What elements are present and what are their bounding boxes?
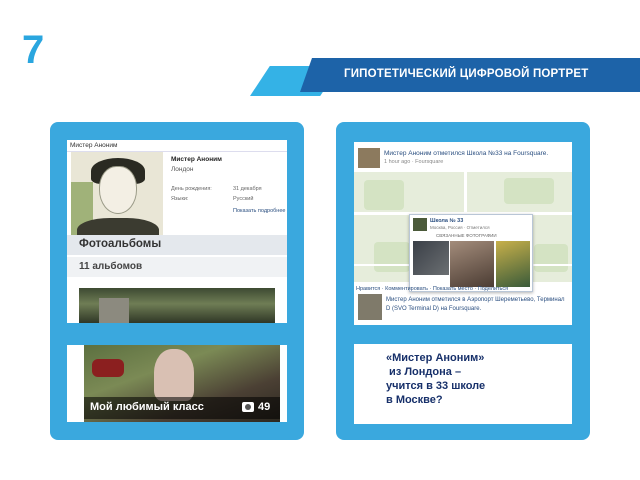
albums-count[interactable]: 11 альбомов (79, 261, 142, 272)
checkin-avatar[interactable] (358, 148, 380, 168)
conclusion-line: «Мистер Аноним» (386, 352, 485, 364)
photo-person (154, 349, 194, 401)
checkin-panel: Мистер Аноним отметился Школа №33 на Fou… (336, 122, 590, 440)
conclusion-line: в Москве? (386, 394, 443, 407)
checkin-map[interactable]: Школа № 33 Москва, Россия · Отметился СВ… (354, 172, 572, 292)
profile-birthday-value: 31 декабря (233, 186, 262, 192)
conclusion-box: «Мистер Аноним» из Лондона – учится в 33… (354, 344, 572, 424)
checkin-avatar-2[interactable] (358, 294, 382, 320)
map-block (364, 180, 404, 210)
album-caption: Мой любимый класс (90, 401, 204, 413)
albums-title[interactable]: Фотоальбомы (79, 238, 161, 250)
title-ribbon: ГИПОТЕТИЧЕСКИЙ ЦИФРОВОЙ ПОРТРЕТ (250, 58, 640, 96)
slide-title: ГИПОТЕТИЧЕСКИЙ ЦИФРОВОЙ ПОРТРЕТ (344, 68, 589, 80)
camera-icon (242, 402, 254, 412)
profile-name[interactable]: Мистер Аноним (171, 156, 222, 163)
map-block (504, 178, 554, 204)
photo-car (92, 359, 124, 377)
album-photo-count: 49 (258, 401, 271, 413)
conclusion-line: из Лондона – (386, 366, 462, 379)
slide-number: 7 (22, 28, 45, 72)
checkin-text: Мистер Аноним отметился Школа №33 на Fou… (384, 150, 549, 157)
profile-languages-value: Русский (233, 196, 254, 202)
albums-title-bar: Фотоальбомы (67, 235, 287, 255)
place-icon (413, 218, 427, 231)
checkin-timestamp: 1 hour ago · Foursquare (384, 159, 444, 165)
albums-count-bar: 11 альбомов (67, 257, 287, 277)
photo-house (99, 298, 129, 323)
album-screenshot: Мой любимый класс 49 (67, 345, 287, 422)
map-popup[interactable]: Школа № 33 Москва, Россия · Отметился СВ… (409, 214, 533, 292)
map-block (534, 244, 568, 272)
profile-header: Мистер Аноним (67, 140, 287, 152)
checkin-screenshot: Мистер Аноним отметился Школа №33 на Fou… (354, 142, 572, 325)
conclusion-line: учится в 33 школе (386, 380, 486, 393)
profile-show-more-link[interactable]: Показать подробнее (233, 208, 285, 214)
profile-languages-label: Языки: (171, 196, 189, 202)
place-name[interactable]: Школа № 33 (430, 218, 463, 224)
related-photo[interactable] (450, 241, 494, 287)
profile-birthday-label: День рождения: (171, 186, 212, 192)
checkin-text-2: Мистер Аноним отметился в Аэропорт Шерем… (386, 297, 565, 312)
related-photo[interactable] (413, 241, 449, 275)
place-subtitle: Москва, Россия · Отметился (430, 225, 490, 230)
related-photos-label: СВЯЗАННЫЕ ФОТОГРАФИИ (436, 233, 497, 238)
related-photo[interactable] (496, 241, 530, 287)
profile-panel: Мистер Аноним Мистер Аноним Лондон День … (50, 122, 304, 440)
profile-avatar[interactable] (71, 152, 163, 244)
album-caption-bar[interactable]: Мой любимый класс 49 (84, 397, 280, 419)
map-action-links[interactable]: Нравится · Комментировать · Показать мес… (356, 286, 508, 292)
conclusion-text: «Мистер Аноним» из Лондона – учится в 33… (386, 351, 485, 407)
guy-fawkes-mask-icon (99, 166, 137, 214)
map-block (374, 242, 410, 272)
profile-city: Лондон (171, 166, 194, 173)
profile-screenshot: Мистер Аноним Мистер Аноним Лондон День … (67, 140, 287, 323)
album-photo-top[interactable] (79, 288, 275, 323)
